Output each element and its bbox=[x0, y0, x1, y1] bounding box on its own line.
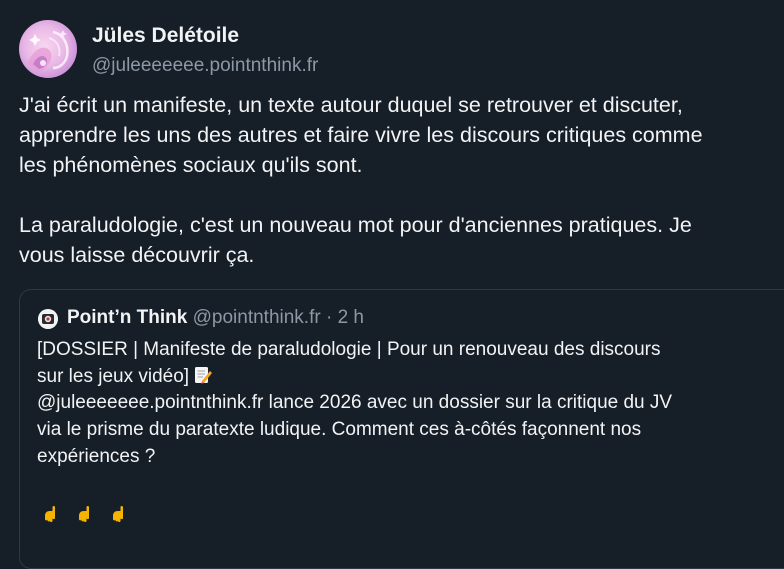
author-name[interactable]: Jüles Delétoile bbox=[92, 22, 239, 50]
emoji-row bbox=[37, 499, 131, 525]
memo-icon bbox=[195, 366, 213, 384]
pointing-down-hand-icon bbox=[79, 505, 89, 523]
quoted-text-headline: [DOSSIER | Manifeste de paraludologie | … bbox=[37, 339, 661, 387]
post-timestamp[interactable]: 2 h bbox=[338, 307, 364, 328]
quoted-author-handle[interactable]: @pointnthink.fr bbox=[193, 307, 321, 328]
author-avatar[interactable] bbox=[19, 20, 77, 78]
quoted-author-avatar[interactable] bbox=[38, 309, 58, 329]
post: Jüles Delétoile @juleeeeeee.pointnthink.… bbox=[0, 0, 784, 569]
quoted-post-header: Point’n Think @pointnthink.fr · 2 h bbox=[67, 305, 364, 331]
avatar-illustration bbox=[27, 30, 69, 72]
pointing-down-hand-icon bbox=[113, 505, 123, 523]
quoted-post[interactable]: Point’n Think @pointnthink.fr · 2 h [DOS… bbox=[19, 289, 784, 569]
pointing-down-hand-icon bbox=[45, 505, 55, 523]
quoted-post-text: [DOSSIER | Manifeste de paraludologie | … bbox=[37, 337, 777, 471]
quoted-author-name[interactable]: Point’n Think bbox=[67, 307, 187, 328]
author-handle[interactable]: @juleeeeeee.pointnthink.fr bbox=[92, 53, 318, 79]
header-separator: · bbox=[320, 307, 338, 328]
pointnthink-logo-icon bbox=[38, 309, 58, 329]
post-text: J'ai écrit un manifeste, un texte autour… bbox=[19, 93, 703, 267]
quoted-text-body: @juleeeeeee.pointnthink.fr lance 2026 av… bbox=[37, 392, 673, 467]
